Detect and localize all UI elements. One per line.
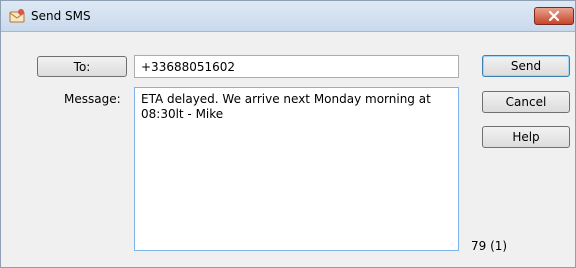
send-sms-dialog: Send SMS To: Message: ETA delayed. We ar… [0,0,576,268]
help-button[interactable]: Help [482,126,570,148]
send-button[interactable]: Send [482,55,570,77]
sms-envelope-icon [9,8,25,24]
title-bar[interactable]: Send SMS [1,1,575,32]
message-field[interactable]: ETA delayed. We arrive next Monday morni… [134,87,459,251]
to-button[interactable]: To: [37,56,127,77]
character-counter: 79 (1) [471,239,508,253]
message-label: Message: [64,92,121,106]
to-field[interactable] [134,55,459,78]
close-icon [548,10,560,22]
close-button[interactable] [534,7,574,25]
cancel-button[interactable]: Cancel [482,91,570,113]
window-title: Send SMS [31,9,91,23]
